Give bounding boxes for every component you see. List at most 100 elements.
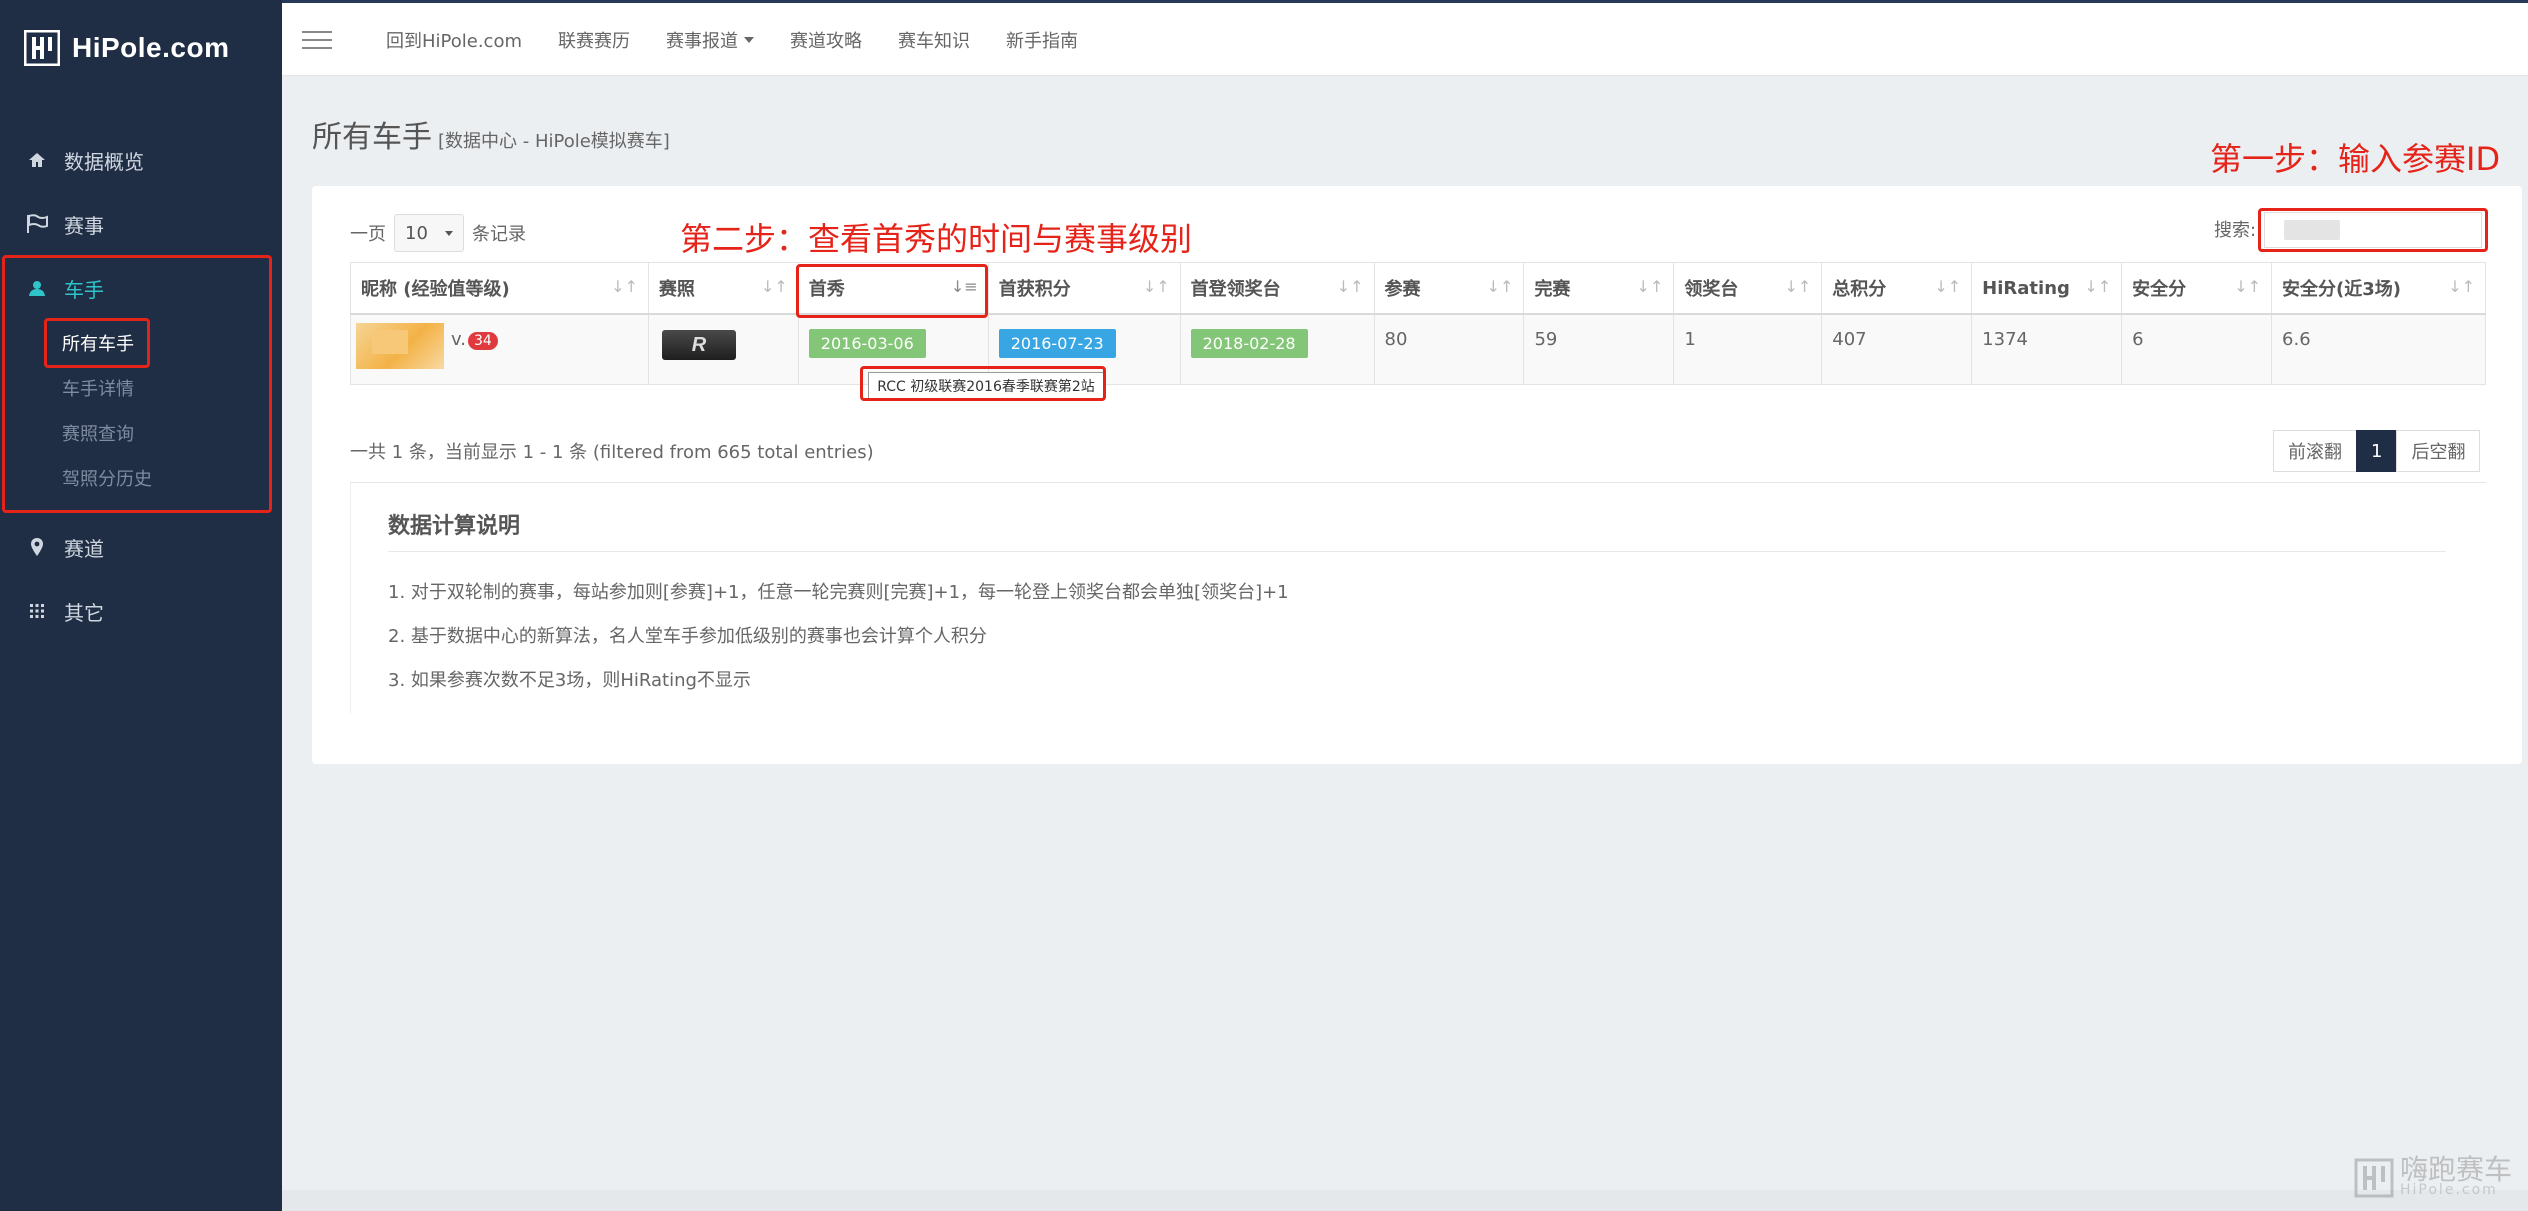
sidebar-item-drivers[interactable]: 车手 <box>0 266 282 310</box>
column-header-label: 首获积分 <box>998 279 1071 300</box>
sidebar-item-label: 其它 <box>64 600 104 625</box>
map-marker-icon <box>22 537 52 557</box>
user-icon <box>22 279 52 297</box>
chevron-down-icon <box>445 230 453 236</box>
top-navigation: 回到HiPole.com 联赛赛历 赛事报道 赛道攻略 赛车知识 新手指南 <box>386 3 1114 76</box>
topnav-beginner-guide[interactable]: 新手指南 <box>1006 27 1078 53</box>
length-suffix: 条记录 <box>472 224 526 245</box>
column-header-races[interactable]: 参赛 ↓↑ <box>1373 262 1525 315</box>
topbar: 回到HiPole.com 联赛赛历 赛事报道 赛道攻略 赛车知识 新手指南 <box>282 0 2528 76</box>
column-header-label: HiRating <box>1982 277 2070 299</box>
pagination-prev-button[interactable]: 前滚翻 <box>2273 430 2357 472</box>
sidebar-item-other[interactable]: 其它 <box>0 589 282 633</box>
column-header-total-points[interactable]: 总积分 ↓↑ <box>1821 262 1973 315</box>
sort-icon: ↓↑ <box>1636 277 1664 296</box>
column-header-label: 赛照 <box>658 279 695 300</box>
cell-safety: 6 <box>2121 313 2273 385</box>
column-header-label: 领奖台 <box>1684 279 1739 300</box>
sort-icon: ↓↑ <box>1934 277 1962 296</box>
chevron-down-icon <box>744 36 755 43</box>
notes-divider <box>388 551 2446 552</box>
sidebar-item-tracks[interactable]: 赛道 <box>0 525 282 569</box>
column-header-label: 参赛 <box>1384 279 1421 300</box>
grid-icon <box>22 603 52 619</box>
annotation-step1: 第一步：输入参赛ID <box>2210 140 2501 178</box>
sort-icon: ↓↑ <box>2234 277 2262 296</box>
sort-icon: ↓↑ <box>760 277 788 296</box>
pagination-page-1[interactable]: 1 <box>2356 430 2398 472</box>
page-length-value: 10 <box>405 222 428 244</box>
column-header-podiums[interactable]: 领奖台 ↓↑ <box>1673 262 1823 315</box>
watermark: 嗨跑赛车 HiPole.com <box>2354 1153 2513 1198</box>
first-podium-date-badge[interactable]: 2018-02-28 <box>1190 329 1308 358</box>
logo-text: HiPole.com <box>72 32 230 63</box>
topnav-home[interactable]: 回到HiPole.com <box>386 27 522 53</box>
flag-icon <box>22 214 52 234</box>
column-header-safety[interactable]: 安全分 ↓↑ <box>2121 262 2273 315</box>
topnav-racing-knowledge[interactable]: 赛车知识 <box>898 27 970 53</box>
level-badge: 34 <box>467 332 498 350</box>
topnav-reports[interactable]: 赛事报道 <box>666 27 755 53</box>
column-header-license[interactable]: 赛照 ↓↑ <box>647 262 799 315</box>
column-header-first-podium[interactable]: 首登领奖台 ↓↑ <box>1179 262 1375 315</box>
topnav-calendar[interactable]: 联赛赛历 <box>558 27 630 53</box>
column-header-nickname[interactable]: 昵称 (经验值等级) ↓↑ <box>350 262 649 315</box>
pagination-next-button[interactable]: 后空翻 <box>2396 430 2481 472</box>
column-header-hirating[interactable]: HiRating ↓↑ <box>1971 262 2123 315</box>
menu-toggle-icon[interactable] <box>302 31 332 51</box>
cell-safety-recent: 6.6 <box>2271 313 2486 385</box>
length-prefix: 一页 <box>350 224 386 245</box>
column-header-first-points[interactable]: 首获积分 ↓↑ <box>987 262 1181 315</box>
column-header-debut[interactable]: 首秀 ↓≡ <box>797 262 989 315</box>
column-header-label: 安全分 <box>2132 279 2187 300</box>
column-header-label: 安全分(近3场) <box>2282 279 2402 300</box>
sidebar: HiPole.com 数据概览 赛事 车手 所有车手 车手详情 赛照查询 驾照分… <box>0 0 282 1211</box>
topnav-track-guides[interactable]: 赛道攻略 <box>790 27 862 53</box>
cell-total-points: 407 <box>1821 313 1973 385</box>
sort-icon: ↓↑ <box>1336 277 1364 296</box>
column-header-safety-recent[interactable]: 安全分(近3场) ↓↑ <box>2271 262 2486 315</box>
search-value-redacted <box>2284 220 2340 240</box>
sidebar-subitem-all-drivers[interactable]: 所有车手 <box>62 324 134 362</box>
table-header-row: 昵称 (经验值等级) ↓↑ 赛照 ↓↑ 首秀 ↓≡ 首获积分 ↓↑ 首登领奖台 ↓↑ 参赛… <box>350 262 2486 315</box>
debut-tooltip: RCC 初级联赛2016春季联赛第2站 <box>868 372 1104 400</box>
cell-races: 80 <box>1373 313 1525 385</box>
cell-finishes: 59 <box>1523 313 1675 385</box>
sort-icon: ↓↑ <box>1486 277 1514 296</box>
logo-icon <box>23 29 61 67</box>
column-header-label: 首秀 <box>808 279 845 300</box>
sidebar-subitem-driver-details[interactable]: 车手详情 <box>62 369 134 407</box>
sidebar-subitem-license-history[interactable]: 驾照分历史 <box>62 459 152 497</box>
sidebar-item-label: 赛事 <box>64 213 104 238</box>
first-points-date-badge[interactable]: 2016-07-23 <box>998 329 1116 358</box>
column-header-finishes[interactable]: 完赛 ↓↑ <box>1523 262 1675 315</box>
watermark-text: 嗨跑赛车 <box>2400 1153 2513 1186</box>
column-header-label: 昵称 (经验值等级) <box>361 279 510 300</box>
logo[interactable]: HiPole.com <box>23 28 230 68</box>
sidebar-item-label: 车手 <box>64 277 104 302</box>
notes-line-2: 2. 基于数据中心的新算法，名人堂车手参加低级别的赛事也会计算个人积分 <box>388 626 987 647</box>
watermark-sub: HiPole.com <box>2400 1182 2498 1198</box>
page-length-select[interactable]: 10 <box>394 214 464 252</box>
footer <box>282 1190 2528 1211</box>
sidebar-item-overview[interactable]: 数据概览 <box>0 138 282 182</box>
cell-podiums: 1 <box>1673 313 1823 385</box>
level-prefix: v. <box>451 329 466 350</box>
sidebar-item-events[interactable]: 赛事 <box>0 202 282 246</box>
page-subtitle: [数据中心 - HiPole模拟赛车] <box>438 131 670 152</box>
sidebar-subitem-license-query[interactable]: 赛照查询 <box>62 414 134 452</box>
column-header-label: 首登领奖台 <box>1190 279 1281 300</box>
license-badge[interactable]: R <box>662 330 736 360</box>
sidebar-item-label: 数据概览 <box>64 149 144 174</box>
sort-icon: ↓↑ <box>2084 277 2112 296</box>
notes-title: 数据计算说明 <box>388 514 521 539</box>
sort-icon: ↓↑ <box>2448 277 2475 296</box>
debut-date-badge[interactable]: 2016-03-06 <box>808 329 926 358</box>
topnav-reports-label: 赛事报道 <box>666 30 739 52</box>
annotation-step2: 第二步：查看首秀的时间与赛事级别 <box>680 220 1193 258</box>
notes-line-3: 3. 如果参赛次数不足3场，则HiRating不显示 <box>388 670 751 691</box>
page-length-control: 一页 10 条记录 <box>350 214 526 252</box>
search-label: 搜索: <box>2214 220 2257 241</box>
avatar-detail <box>372 330 408 354</box>
sort-icon: ↓↑ <box>1142 277 1170 296</box>
